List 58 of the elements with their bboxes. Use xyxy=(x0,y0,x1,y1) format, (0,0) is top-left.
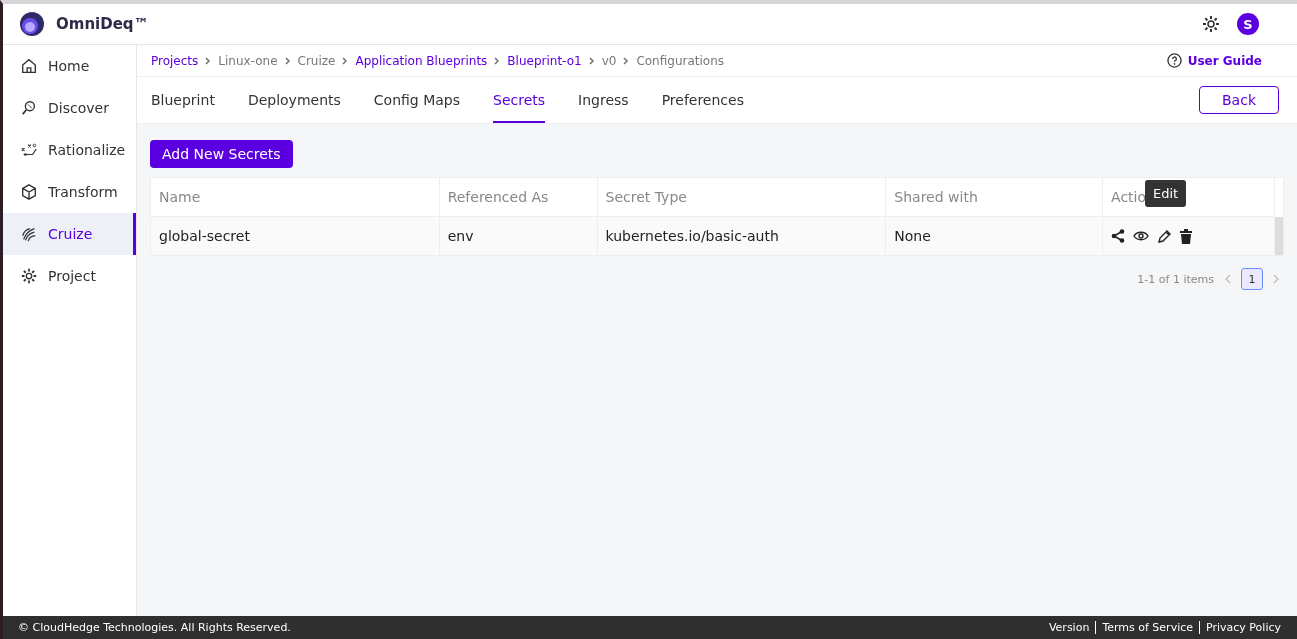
home-icon xyxy=(20,57,38,75)
breadcrumb-text: Cruize xyxy=(297,53,336,68)
table-cell: None xyxy=(885,216,1103,255)
fingerprint-icon xyxy=(20,225,38,243)
trash-icon[interactable] xyxy=(1180,228,1193,244)
table-cell: env xyxy=(439,216,598,255)
magnifier-icon xyxy=(20,99,38,117)
app-name: OmniDeq™ xyxy=(56,15,150,33)
breadcrumb-text: v0 xyxy=(601,53,617,68)
settings-icon[interactable] xyxy=(1201,14,1221,34)
chevron-icon xyxy=(342,56,349,65)
table-cell: kubernetes.io/basic-auth xyxy=(597,216,886,255)
footer-link[interactable]: Privacy Policy xyxy=(1199,621,1281,634)
footer-link[interactable]: Version xyxy=(1042,621,1096,634)
page-button[interactable]: 1 xyxy=(1241,268,1263,290)
copyright-text: © CloudHedge Technologies. All Rights Reserved. xyxy=(18,621,292,634)
sidebar-item[interactable]: Cruize xyxy=(3,213,136,255)
pagination-summary: 1-1 of 1 items xyxy=(1137,272,1214,286)
logo-icon xyxy=(20,12,44,36)
column-header: Name xyxy=(151,178,440,217)
user-avatar[interactable]: S xyxy=(1237,13,1259,35)
pencil-icon[interactable] xyxy=(1157,228,1173,244)
scatter-icon xyxy=(20,141,38,159)
cube-icon xyxy=(20,183,38,201)
tab[interactable]: Blueprint xyxy=(151,77,215,123)
chevron-icon xyxy=(205,56,212,65)
column-header: Shared with xyxy=(885,178,1103,217)
sidebar-item[interactable]: Rationalize xyxy=(3,129,136,171)
column-header: Referenced As xyxy=(439,178,598,217)
add-secrets-button[interactable]: Add New Secrets xyxy=(150,140,293,168)
chevron-icon xyxy=(284,56,291,65)
help-icon xyxy=(1166,53,1182,68)
chevron-icon xyxy=(494,56,501,65)
breadcrumb-link[interactable]: Blueprint-o1 xyxy=(507,53,582,68)
chevron-icon xyxy=(623,56,630,65)
tab[interactable]: Config Maps xyxy=(373,77,461,123)
back-button[interactable]: Back xyxy=(1199,86,1279,114)
sidebar-item[interactable]: Project xyxy=(3,255,136,297)
footer-link[interactable]: Terms of Service xyxy=(1095,621,1200,634)
share-icon[interactable] xyxy=(1111,229,1126,243)
tooltip: Edit xyxy=(1145,180,1187,207)
gear-icon xyxy=(20,267,38,285)
sidebar-item[interactable]: Discover xyxy=(3,87,136,129)
sidebar-item[interactable]: Home xyxy=(3,45,136,87)
column-header: Secret Type xyxy=(597,178,886,217)
tab[interactable]: Deployments xyxy=(247,77,341,123)
breadcrumb-text: Linux-one xyxy=(218,53,278,68)
user-guide-link[interactable]: User Guide xyxy=(1166,53,1262,68)
sidebar-item[interactable]: Transform xyxy=(3,171,136,213)
table-cell: global-secret xyxy=(151,216,440,255)
eye-icon[interactable] xyxy=(1133,230,1150,242)
tab[interactable]: Ingress xyxy=(578,77,629,123)
tab[interactable]: Preferences xyxy=(661,77,744,123)
tab[interactable]: Secrets xyxy=(493,77,546,123)
breadcrumb-link[interactable]: Application Blueprints xyxy=(355,53,488,68)
breadcrumb-link[interactable]: Projects xyxy=(151,53,199,68)
breadcrumb-text: Configurations xyxy=(636,53,724,68)
chevron-icon xyxy=(588,56,595,65)
